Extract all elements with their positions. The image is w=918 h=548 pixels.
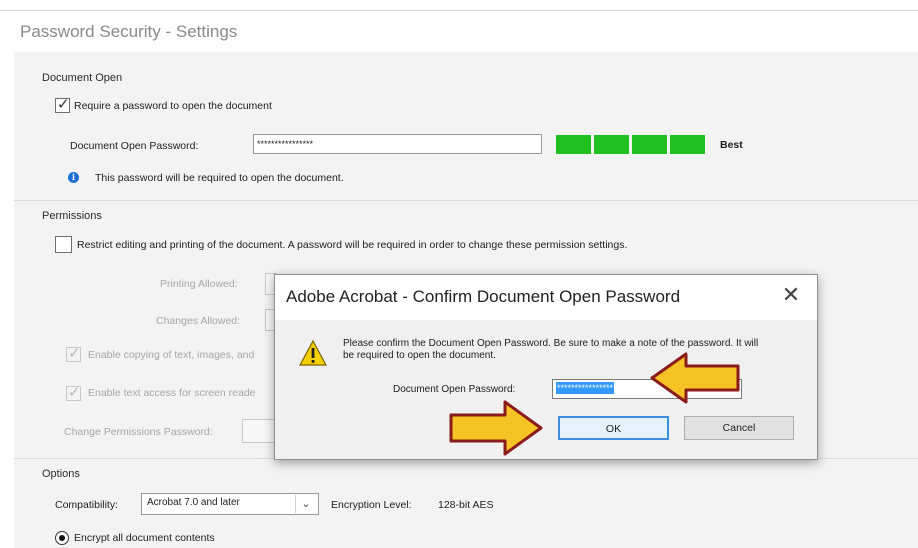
info-icon: i — [68, 172, 79, 183]
options-section-title: Options — [42, 468, 80, 480]
arrow-icon — [650, 352, 740, 404]
strength-meter-segment — [632, 135, 667, 154]
compatibility-label: Compatibility: — [55, 499, 119, 511]
info-text: This password will be required to open t… — [95, 172, 344, 184]
warning-icon — [299, 339, 327, 366]
restrict-editing-label: Restrict editing and printing of the doc… — [77, 239, 628, 251]
arrow-icon — [449, 400, 543, 456]
dialog-password-value: **************** — [556, 382, 615, 394]
window-title: Password Security - Settings — [20, 22, 238, 41]
encrypt-all-radio[interactable] — [55, 531, 69, 545]
close-icon[interactable]: ✕ — [780, 284, 802, 306]
top-edge-strip — [0, 0, 918, 11]
require-password-checkbox[interactable] — [55, 95, 70, 113]
printing-allowed-label: Printing Allowed: — [160, 278, 238, 290]
enable-copying-checkbox[interactable] — [66, 344, 81, 362]
document-open-password-label: Document Open Password: — [70, 140, 199, 152]
cancel-button[interactable]: Cancel — [684, 416, 794, 440]
restrict-editing-checkbox[interactable] — [55, 236, 72, 253]
permissions-section-title: Permissions — [42, 210, 102, 222]
chevron-down-icon: ⌄ — [295, 495, 316, 513]
section-divider — [14, 200, 918, 201]
encrypt-all-label: Encrypt all document contents — [74, 532, 215, 544]
strength-label: Best — [720, 139, 743, 151]
encryption-level-label: Encryption Level: — [331, 499, 412, 511]
enable-text-access-label: Enable text access for screen reade — [88, 387, 256, 399]
encryption-level-value: 128-bit AES — [438, 499, 494, 511]
changes-allowed-label: Changes Allowed: — [156, 315, 241, 327]
change-permissions-password-label: Change Permissions Password: — [64, 426, 213, 438]
enable-text-access-checkbox[interactable] — [66, 383, 81, 401]
change-permissions-password-field[interactable] — [242, 419, 276, 443]
document-open-password-field[interactable]: **************** — [253, 134, 542, 154]
compatibility-value: Acrobat 7.0 and later — [147, 497, 240, 508]
require-password-label: Require a password to open the document — [74, 100, 272, 112]
document-open-section-title: Document Open — [42, 72, 123, 84]
dialog-password-label: Document Open Password: — [393, 384, 516, 395]
ok-button[interactable]: OK — [558, 416, 669, 440]
compatibility-select[interactable]: Acrobat 7.0 and later ⌄ — [141, 493, 319, 515]
dialog-title: Adobe Acrobat - Confirm Document Open Pa… — [286, 287, 681, 306]
strength-meter-segment — [670, 135, 705, 154]
strength-meter-segment — [594, 135, 629, 154]
enable-copying-label: Enable copying of text, images, and — [88, 349, 255, 361]
strength-meter-segment — [556, 135, 591, 154]
